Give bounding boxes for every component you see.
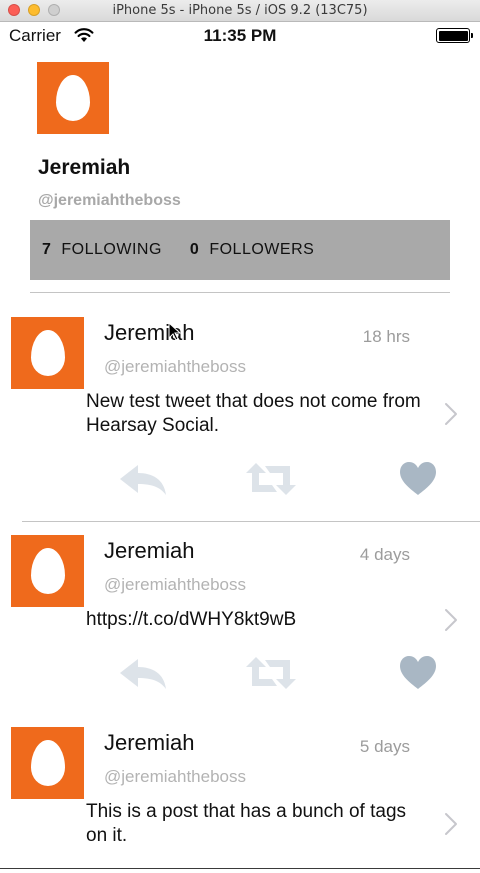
followers-label: FOLLOWERS [209,241,315,258]
egg-avatar-icon [56,75,90,121]
tweet-actions [0,461,480,501]
tweet-actions [0,655,480,695]
tweet-author-handle: @jeremiahtheboss [104,575,246,594]
chevron-right-icon[interactable] [443,608,459,632]
egg-avatar-icon [30,330,65,376]
status-time: 11:35 PM [203,26,277,45]
retweet-icon[interactable] [244,655,298,691]
tweet-timestamp: 4 days [359,545,410,564]
tweet-avatar[interactable] [11,535,84,607]
following-stat[interactable]: 7 FOLLOWING [42,241,162,259]
simulator-title: iPhone 5s - iPhone 5s / iOS 9.2 (13C75) [112,3,368,18]
tweet-cell[interactable]: Jeremiah 4 days @jeremiahtheboss https:/… [0,535,480,695]
followers-stat[interactable]: 0 FOLLOWERS [190,241,314,259]
status-bar: Carrier 11:35 PM [0,22,480,50]
profile-name: Jeremiah [38,156,131,179]
tweet-divider [22,521,480,522]
profile-handle: @jeremiahtheboss [38,192,181,209]
tweet-author-handle: @jeremiahtheboss [104,767,246,786]
reply-icon[interactable] [118,461,168,497]
chevron-right-icon[interactable] [443,402,459,426]
simulator-title-bar: iPhone 5s - iPhone 5s / iOS 9.2 (13C75) [0,0,480,22]
following-count: 7 [42,241,52,258]
profile-avatar[interactable] [37,62,109,134]
tweet-cell[interactable]: Jeremiah 18 hrs @jeremiahtheboss New tes… [0,317,480,507]
profile-stats-bar: 7 FOLLOWING 0 FOLLOWERS [30,220,450,280]
tweet-author-name: Jeremiah [104,538,195,563]
mouse-cursor-icon [168,322,182,341]
tweet-text: This is a post that has a bunch of tags … [86,801,407,846]
header-divider [30,292,450,293]
tweet-avatar[interactable] [11,727,84,799]
tweet-author-name: Jeremiah [104,730,195,755]
tweet-timestamp: 5 days [359,737,410,756]
tweet-author-handle: @jeremiahtheboss [104,357,246,376]
tweet-text: New test tweet that does not come from H… [86,391,421,436]
egg-avatar-icon [30,548,65,594]
retweet-icon[interactable] [244,461,298,497]
heart-icon[interactable] [399,655,437,691]
tweet-text[interactable]: https://t.co/dWHY8kt9wB [86,608,426,632]
battery-icon [436,28,473,43]
bottom-edge [0,868,480,869]
heart-icon[interactable] [399,461,437,497]
reply-icon[interactable] [118,655,168,691]
chevron-right-icon[interactable] [443,812,459,836]
tweet-avatar[interactable] [11,317,84,389]
egg-avatar-icon [30,740,65,786]
tweet-cell[interactable]: Jeremiah 5 days @jeremiahtheboss This is… [0,727,480,867]
tweet-timestamp: 18 hrs [362,327,410,346]
following-label: FOLLOWING [61,241,162,258]
followers-count: 0 [189,241,200,258]
